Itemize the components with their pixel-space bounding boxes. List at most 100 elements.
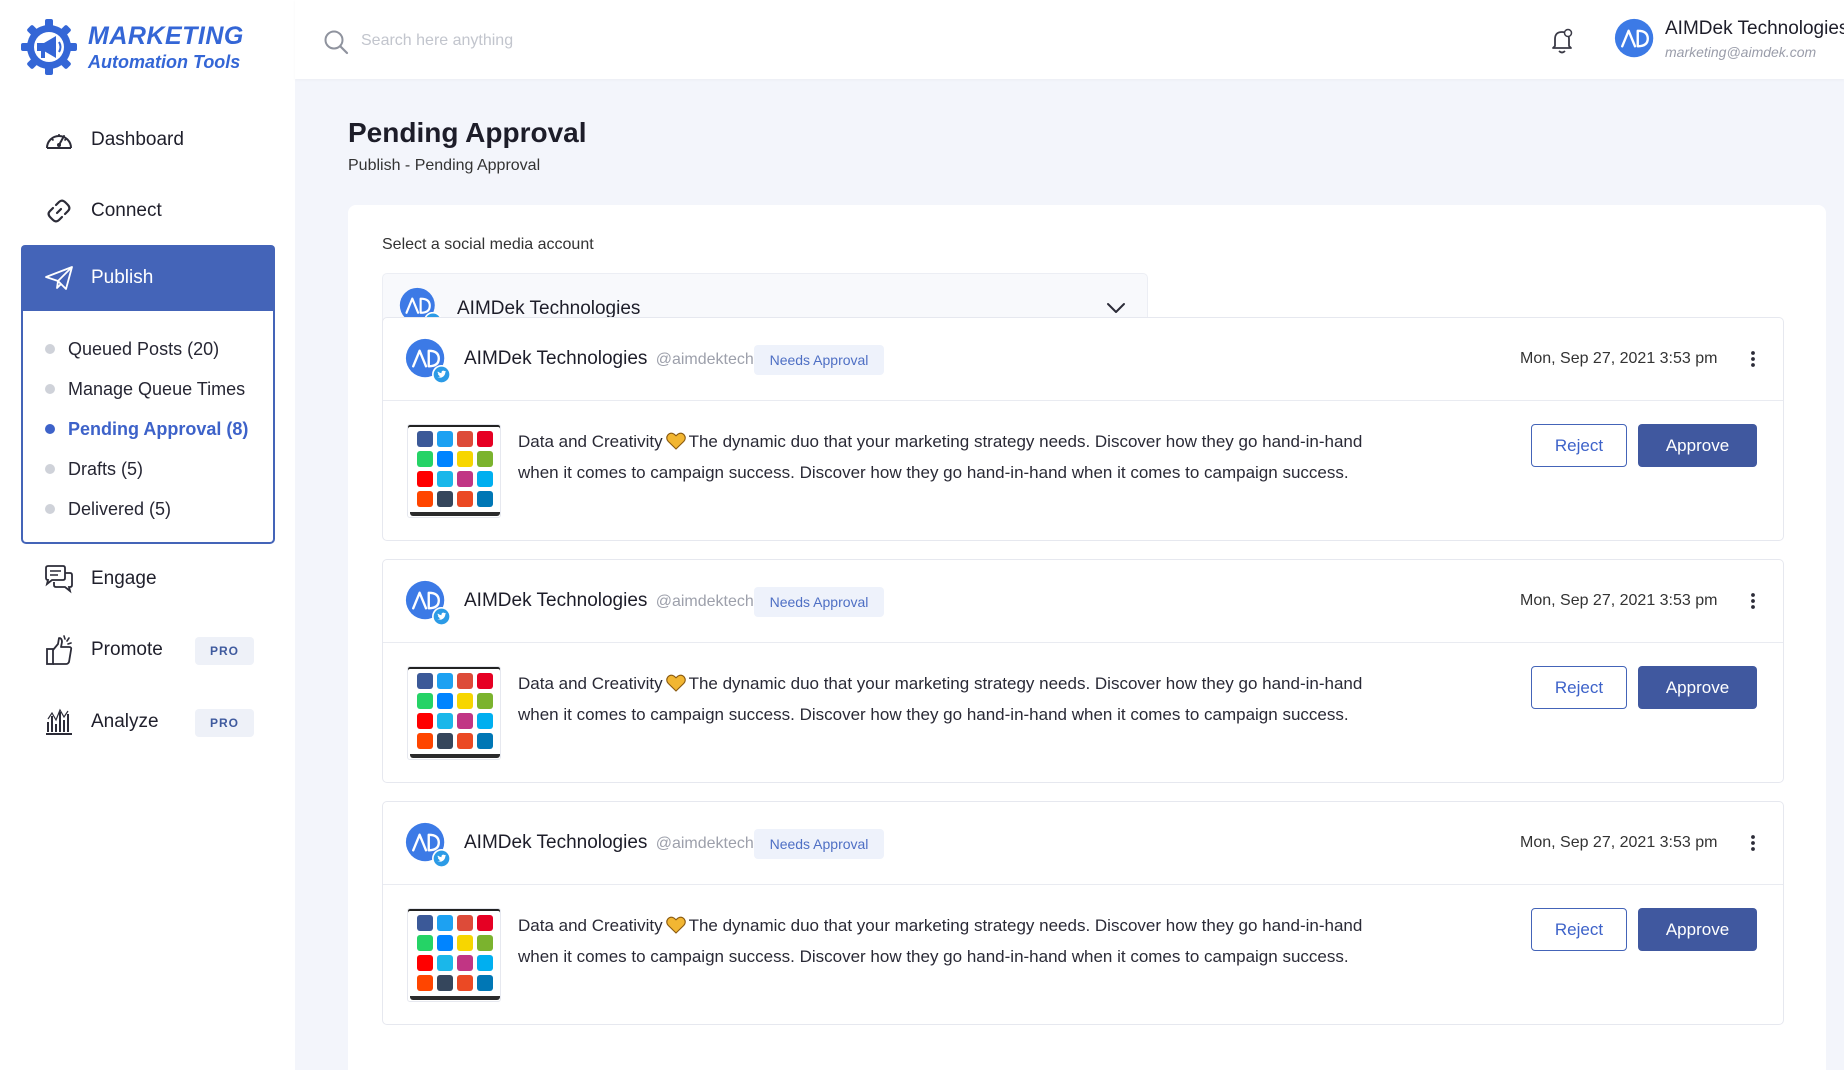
tumblr-icon xyxy=(437,733,453,749)
more-options-icon[interactable] xyxy=(1747,347,1759,371)
account-select-label: Select a social media account xyxy=(382,236,594,253)
pinterest-icon xyxy=(477,673,493,689)
thumbnail-bottom-bar xyxy=(410,996,500,1000)
post-card: AIMDek Technologies @aimdektech Needs Ap… xyxy=(382,317,1784,541)
post-date: Mon, Sep 27, 2021 3:53 pm xyxy=(1520,592,1718,609)
pending-approval-panel: Select a social media account AIMDek Tec… xyxy=(348,205,1826,1070)
facebook-icon xyxy=(417,431,433,447)
post-image-thumbnail[interactable] xyxy=(407,424,501,518)
google-plus-icon xyxy=(457,673,473,689)
nav-connect-label: Connect xyxy=(91,200,162,221)
wechat-icon xyxy=(477,935,493,951)
linkedin-icon xyxy=(477,733,493,749)
subnav-label: Manage Queue Times xyxy=(68,378,246,399)
post-account-name: AIMDek Technologies @aimdektech xyxy=(464,348,754,370)
post-image-thumbnail[interactable] xyxy=(407,666,501,760)
post-text-start: Data and Creativity xyxy=(518,674,663,693)
post-date: Mon, Sep 27, 2021 3:53 pm xyxy=(1520,834,1718,851)
nav-engage[interactable]: Engage xyxy=(21,546,275,612)
wechat-icon xyxy=(477,693,493,709)
post-text-start: Data and Creativity xyxy=(518,916,663,935)
subnav-label: Drafts (5) xyxy=(68,458,144,479)
social-icons-grid xyxy=(417,673,493,749)
subnav-label: Queued Posts (20) xyxy=(68,338,220,359)
user-name[interactable]: AIMDek Technologies xyxy=(1665,18,1844,40)
nav-publish-label: Publish xyxy=(91,267,154,288)
subnav-manage-queue-times[interactable]: Manage Queue Times xyxy=(23,369,273,409)
bar-chart-icon xyxy=(43,706,75,738)
post-header: AIMDek Technologies @aimdektech Needs Ap… xyxy=(383,318,1783,401)
reddit-icon xyxy=(417,733,433,749)
instagram-icon xyxy=(457,471,473,487)
subnav-pending-approval[interactable]: Pending Approval (8) xyxy=(23,409,273,449)
account-handle: @aimdektech xyxy=(655,351,754,368)
search-icon xyxy=(324,30,349,55)
bullet-dot xyxy=(45,464,55,474)
reject-button[interactable]: Reject xyxy=(1531,424,1627,467)
pro-badge: PRO xyxy=(195,709,254,737)
twitter-icon xyxy=(437,673,453,689)
status-badge: Needs Approval xyxy=(754,345,884,375)
nav-connect[interactable]: Connect xyxy=(21,178,275,244)
breadcrumb: Publish - Pending Approval xyxy=(348,157,541,174)
subnav-queued-posts[interactable]: Queued Posts (20) xyxy=(23,329,273,369)
youtube-icon xyxy=(417,955,433,971)
nav-engage-label: Engage xyxy=(91,568,157,589)
nav-analyze[interactable]: Analyze PRO xyxy=(21,689,275,755)
post-account-avatar xyxy=(405,338,451,384)
brand-logo[interactable]: MARKETING Automation Tools xyxy=(20,18,244,76)
twitter-icon xyxy=(437,431,453,447)
facebook-icon xyxy=(417,673,433,689)
stumbleupon-icon xyxy=(457,491,473,507)
post-account-name: AIMDek Technologies @aimdektech xyxy=(464,832,754,854)
chevron-down-icon xyxy=(1107,303,1125,313)
nav-promote[interactable]: Promote PRO xyxy=(21,617,275,683)
stumbleupon-icon xyxy=(457,733,473,749)
instagram-icon xyxy=(457,955,473,971)
bullet-dot xyxy=(45,424,55,434)
nav-dashboard[interactable]: Dashboard xyxy=(21,107,275,173)
messenger-icon xyxy=(437,451,453,467)
more-options-icon[interactable] xyxy=(1747,831,1759,855)
more-options-icon[interactable] xyxy=(1747,589,1759,613)
yellow-heart-emoji-icon xyxy=(666,916,686,934)
reddit-icon xyxy=(417,975,433,991)
approve-button[interactable]: Approve xyxy=(1638,908,1757,951)
user-avatar[interactable] xyxy=(1614,18,1656,60)
snapchat-icon xyxy=(457,693,473,709)
approve-button[interactable]: Approve xyxy=(1638,666,1757,709)
post-content: Data and Creativity The dynamic duo that … xyxy=(518,426,1398,488)
reject-button[interactable]: Reject xyxy=(1531,666,1627,709)
reject-button[interactable]: Reject xyxy=(1531,908,1627,951)
bullet-dot xyxy=(45,344,55,354)
account-handle: @aimdektech xyxy=(655,593,754,610)
top-header: AIMDek Technologies marketing@aimdek.com xyxy=(295,0,1844,79)
nav-promote-label: Promote xyxy=(91,639,163,660)
search-input[interactable] xyxy=(361,26,861,56)
subnav-label: Delivered (5) xyxy=(68,498,172,519)
subnav-drafts[interactable]: Drafts (5) xyxy=(23,449,273,489)
notification-bell-icon[interactable] xyxy=(1549,27,1575,55)
vimeo-icon xyxy=(437,955,453,971)
subnav-delivered[interactable]: Delivered (5) xyxy=(23,489,273,529)
account-handle: @aimdektech xyxy=(655,835,754,852)
snapchat-icon xyxy=(457,935,473,951)
linkedin-icon xyxy=(477,975,493,991)
approve-button[interactable]: Approve xyxy=(1638,424,1757,467)
sidebar: MARKETING Automation Tools Dashboard Con… xyxy=(0,0,295,1070)
brand-subtitle: Automation Tools xyxy=(88,51,241,72)
messenger-icon xyxy=(437,693,453,709)
yellow-heart-emoji-icon xyxy=(666,432,686,450)
post-image-thumbnail[interactable] xyxy=(407,908,501,1002)
twitter-icon xyxy=(437,915,453,931)
nav-publish[interactable]: Publish xyxy=(21,245,275,311)
link-icon xyxy=(43,195,75,227)
page-title: Pending Approval xyxy=(348,117,587,148)
vimeo-icon xyxy=(437,713,453,729)
snapchat-icon xyxy=(457,451,473,467)
thumbs-up-icon xyxy=(43,634,75,666)
skype-icon xyxy=(477,471,493,487)
skype-icon xyxy=(477,713,493,729)
whatsapp-icon xyxy=(417,935,433,951)
paper-plane-icon xyxy=(43,262,75,294)
